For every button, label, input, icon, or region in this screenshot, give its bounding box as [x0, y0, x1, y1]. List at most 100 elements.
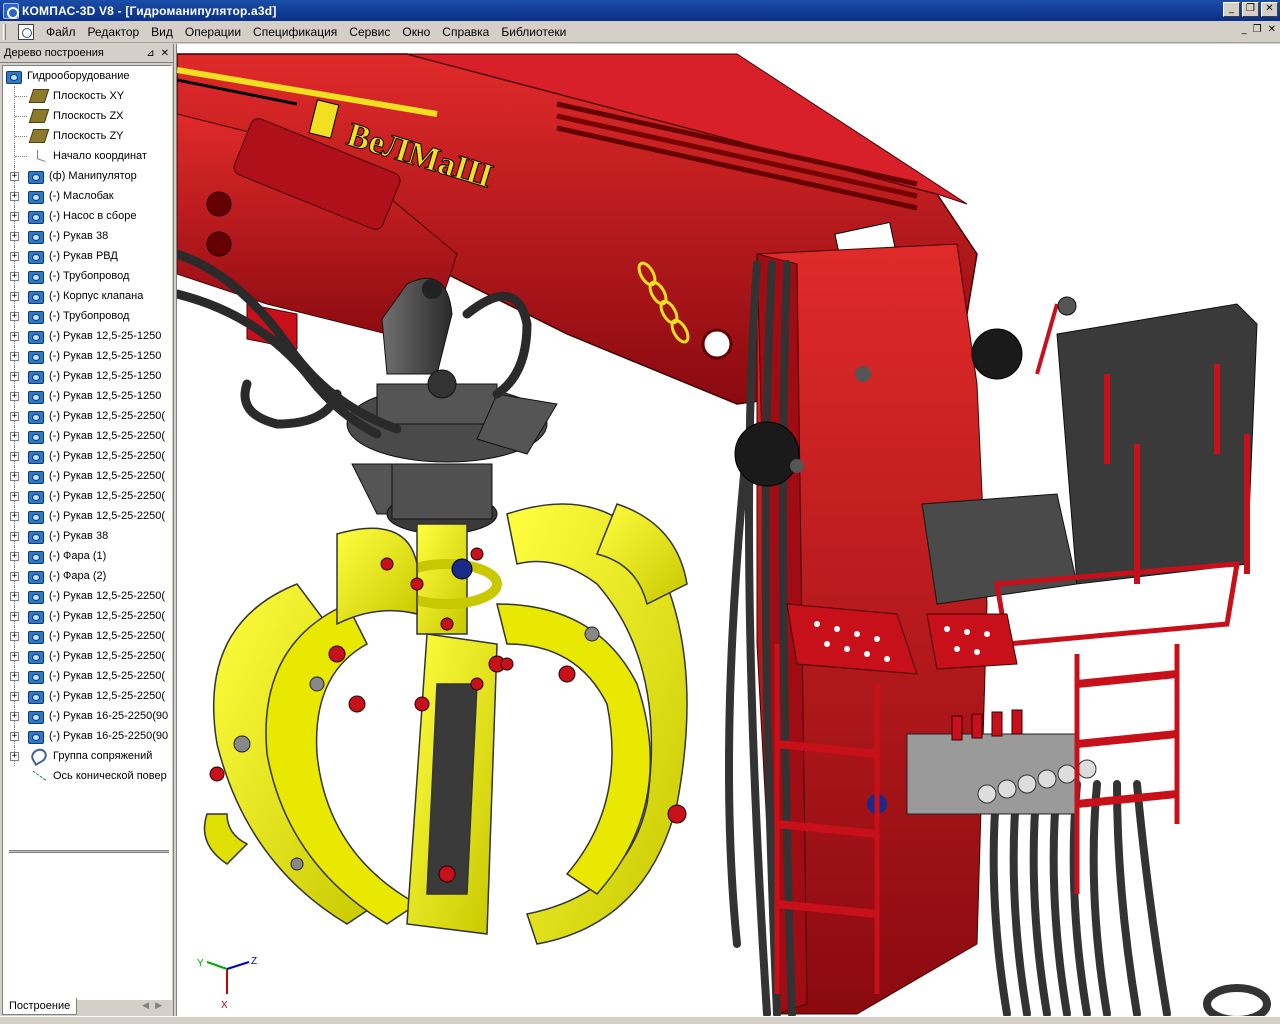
- expand-icon[interactable]: +: [10, 691, 19, 701]
- expand-icon[interactable]: +: [10, 351, 19, 361]
- tree-part[interactable]: + (-) Трубопровод: [3, 306, 171, 326]
- expand-icon[interactable]: +: [10, 251, 19, 261]
- tree-mates[interactable]: + Группа сопряжений: [3, 745, 171, 767]
- expand-icon[interactable]: +: [10, 291, 19, 301]
- close-button[interactable]: ✕: [1261, 2, 1278, 17]
- tree-plane[interactable]: Плоскость ZY: [3, 126, 171, 146]
- tree-part[interactable]: + (-) Рукав 12,5-25-1250: [3, 346, 171, 366]
- tree-part-label: (-) Рукав 12,5-25-1250: [49, 330, 162, 342]
- coordinate-axes: X Y Z: [197, 956, 257, 1011]
- tree-part[interactable]: + (-) Рукав 12,5-25-2250(: [3, 426, 171, 446]
- expand-icon[interactable]: +: [10, 731, 19, 741]
- expand-icon[interactable]: +: [10, 551, 19, 561]
- tree-plane[interactable]: Плоскость ZX: [3, 106, 171, 126]
- expand-icon[interactable]: +: [10, 171, 19, 181]
- assembly-icon: [5, 68, 23, 84]
- expand-icon[interactable]: +: [10, 191, 19, 201]
- tree-part[interactable]: + (ф) Манипулятор: [3, 166, 171, 186]
- pin-icon[interactable]: ⊿: [146, 48, 154, 59]
- expand-icon[interactable]: +: [10, 611, 19, 621]
- menu-service[interactable]: Сервис: [343, 22, 396, 42]
- kompas-app-icon[interactable]: [3, 2, 19, 19]
- tree-part[interactable]: + (-) Рукав 12,5-25-2250(: [3, 506, 171, 526]
- tree-part[interactable]: + (-) Рукав 12,5-25-2250(: [3, 446, 171, 466]
- tree-part[interactable]: + (-) Трубопровод: [3, 266, 171, 286]
- tree-part[interactable]: + (-) Рукав 12,5-25-2250(: [3, 686, 171, 706]
- expand-icon[interactable]: +: [10, 671, 19, 681]
- maximize-button[interactable]: ❐: [1242, 2, 1259, 17]
- expand-icon[interactable]: +: [10, 271, 19, 281]
- expand-icon[interactable]: +: [10, 391, 19, 401]
- expand-icon[interactable]: +: [10, 411, 19, 421]
- tree-part[interactable]: + (-) Рукав 12,5-25-2250(: [3, 626, 171, 646]
- tree-part[interactable]: + (-) Фара (1): [3, 546, 171, 566]
- doc-restore-button[interactable]: ❐: [1253, 24, 1262, 35]
- expand-icon[interactable]: +: [10, 651, 19, 661]
- expand-icon[interactable]: +: [10, 751, 19, 761]
- tree-part[interactable]: + (-) Рукав 12,5-25-1250: [3, 326, 171, 346]
- tree-part[interactable]: + (-) Рукав 12,5-25-2250(: [3, 586, 171, 606]
- menu-specification[interactable]: Спецификация: [247, 22, 343, 42]
- tree-root[interactable]: Гидрооборудование: [3, 66, 171, 86]
- expand-icon[interactable]: +: [10, 711, 19, 721]
- tree-origin[interactable]: Начало координат: [3, 146, 171, 166]
- tree-axis[interactable]: Ось конической повер: [3, 766, 171, 786]
- tree-part[interactable]: + (-) Рукав РВД: [3, 246, 171, 266]
- expand-icon[interactable]: +: [10, 311, 19, 321]
- tree-part[interactable]: + (-) Рукав 16-25-2250(90: [3, 726, 171, 746]
- tree-part[interactable]: + (-) Насос в сборе: [3, 206, 171, 226]
- tree-part[interactable]: + (-) Маслобак: [3, 186, 171, 206]
- tree-part[interactable]: + (-) Рукав 12,5-25-2250(: [3, 466, 171, 486]
- tree-part[interactable]: + (-) Рукав 12,5-25-2250(: [3, 646, 171, 666]
- model-viewport[interactable]: ВеЛМаШ X Y Z: [176, 44, 1280, 1016]
- tree-part-label: (-) Трубопровод: [49, 270, 130, 282]
- axis-icon: [31, 769, 47, 783]
- menubar-grip[interactable]: [3, 23, 6, 40]
- menu-window[interactable]: Окно: [396, 22, 436, 42]
- expand-icon[interactable]: +: [10, 371, 19, 381]
- tab-scroll-arrows[interactable]: ◀▶: [142, 1001, 168, 1011]
- expand-icon[interactable]: +: [10, 451, 19, 461]
- tab-build[interactable]: Построение: [2, 997, 78, 1015]
- menu-edit[interactable]: Редактор: [82, 22, 146, 42]
- tree-part[interactable]: + (-) Рукав 12,5-25-2250(: [3, 606, 171, 626]
- part-icon: [27, 648, 45, 664]
- model-render: ВеЛМаШ X Y Z: [177, 53, 1271, 1016]
- tree-part[interactable]: + (-) Рукав 12,5-25-2250(: [3, 666, 171, 686]
- minimize-button[interactable]: _: [1223, 2, 1240, 17]
- build-tree-panel: Дерево построения ⊿ ✕ Гидрооборудование …: [0, 44, 174, 1020]
- menu-view[interactable]: Вид: [145, 22, 179, 42]
- tree-part[interactable]: + (-) Рукав 12,5-25-2250(: [3, 486, 171, 506]
- doc-close-button[interactable]: ✕: [1268, 24, 1276, 35]
- document-icon[interactable]: [18, 23, 34, 40]
- tree-part[interactable]: + (-) Рукав 38: [3, 226, 171, 246]
- tree-part[interactable]: + (-) Корпус клапана: [3, 286, 171, 306]
- expand-icon[interactable]: +: [10, 431, 19, 441]
- expand-icon[interactable]: +: [10, 231, 19, 241]
- grapple-center-cap: [451, 558, 473, 580]
- tree-part[interactable]: + (-) Рукав 12,5-25-2250(: [3, 406, 171, 426]
- tree-part[interactable]: + (-) Фара (2): [3, 566, 171, 586]
- expand-icon[interactable]: +: [10, 471, 19, 481]
- tree-plane[interactable]: Плоскость XY: [3, 86, 171, 106]
- doc-minimize-button[interactable]: _: [1242, 24, 1247, 35]
- menu-file[interactable]: Файл: [40, 22, 82, 42]
- tree-part[interactable]: + (-) Рукав 38: [3, 526, 171, 546]
- expand-icon[interactable]: +: [10, 591, 19, 601]
- tree-part[interactable]: + (-) Рукав 12,5-25-1250: [3, 366, 171, 386]
- expand-icon[interactable]: +: [10, 631, 19, 641]
- expand-icon[interactable]: +: [10, 211, 19, 221]
- expand-icon[interactable]: +: [10, 571, 19, 581]
- panel-close-icon[interactable]: ✕: [161, 48, 169, 59]
- expand-icon[interactable]: +: [10, 531, 19, 541]
- build-tree[interactable]: Гидрооборудование Плоскость XY Плоскость …: [2, 65, 172, 1000]
- menu-operations[interactable]: Операции: [179, 22, 247, 42]
- tree-hscrollbar[interactable]: [9, 850, 169, 853]
- menu-help[interactable]: Справка: [436, 22, 495, 42]
- tree-part[interactable]: + (-) Рукав 16-25-2250(90: [3, 706, 171, 726]
- expand-icon[interactable]: +: [10, 491, 19, 501]
- expand-icon[interactable]: +: [10, 511, 19, 521]
- menu-libraries[interactable]: Библиотеки: [495, 22, 572, 42]
- tree-part[interactable]: + (-) Рукав 12,5-25-1250: [3, 386, 171, 406]
- expand-icon[interactable]: +: [10, 331, 19, 341]
